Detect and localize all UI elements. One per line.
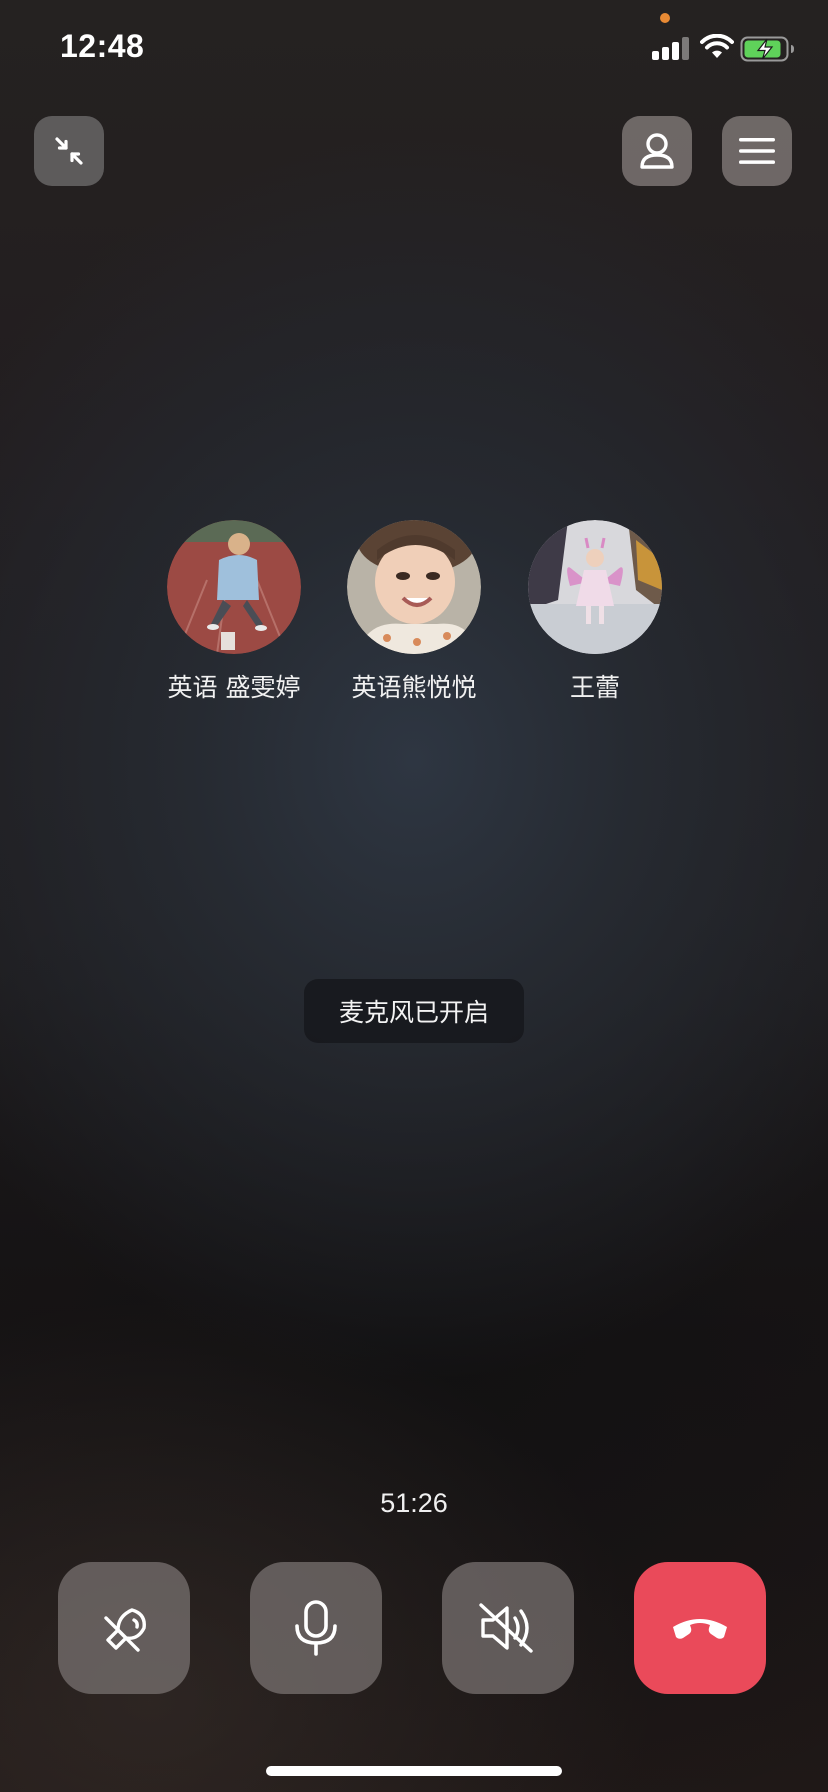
participant-item[interactable]: 王蕾 <box>505 520 685 704</box>
participant-avatar <box>347 520 481 654</box>
participant-name: 英语 盛雯婷 <box>167 673 301 702</box>
microphone-toggle-button[interactable] <box>250 1562 382 1694</box>
participant-avatar <box>528 520 662 654</box>
microphone-status-toast: 麦克风已开启 <box>304 979 524 1043</box>
status-bar: 12:48 <box>0 0 828 100</box>
signal-icon <box>652 36 689 60</box>
volume-muted-icon <box>479 1603 533 1653</box>
minimize-icon <box>55 137 83 165</box>
contact-button[interactable] <box>622 116 692 186</box>
battery-charging-icon <box>740 36 794 62</box>
volume-mute-button[interactable] <box>442 1562 574 1694</box>
participant-avatar <box>167 520 301 654</box>
menu-button[interactable] <box>722 116 792 186</box>
status-clock: 12:48 <box>60 28 145 64</box>
speaker-off-icon <box>104 1608 146 1652</box>
hang-up-button[interactable] <box>634 1562 766 1694</box>
phone-hangup-icon <box>673 1619 727 1639</box>
participant-name: 英语熊悦悦 <box>351 673 477 702</box>
contact-icon <box>640 133 674 169</box>
wifi-icon <box>700 34 734 58</box>
participant-item[interactable]: 英语熊悦悦 <box>324 520 504 704</box>
call-duration: 51:26 <box>380 1488 448 1518</box>
toast-text: 麦克风已开启 <box>338 998 489 1027</box>
participant-name: 王蕾 <box>569 673 620 702</box>
minimize-button[interactable] <box>34 116 104 186</box>
participant-item[interactable]: 英语 盛雯婷 <box>144 520 324 704</box>
menu-icon <box>739 138 775 164</box>
speaker-toggle-button[interactable] <box>58 1562 190 1694</box>
recording-indicator-dot <box>660 13 670 23</box>
microphone-icon <box>295 1600 337 1656</box>
home-indicator[interactable] <box>266 1766 562 1776</box>
